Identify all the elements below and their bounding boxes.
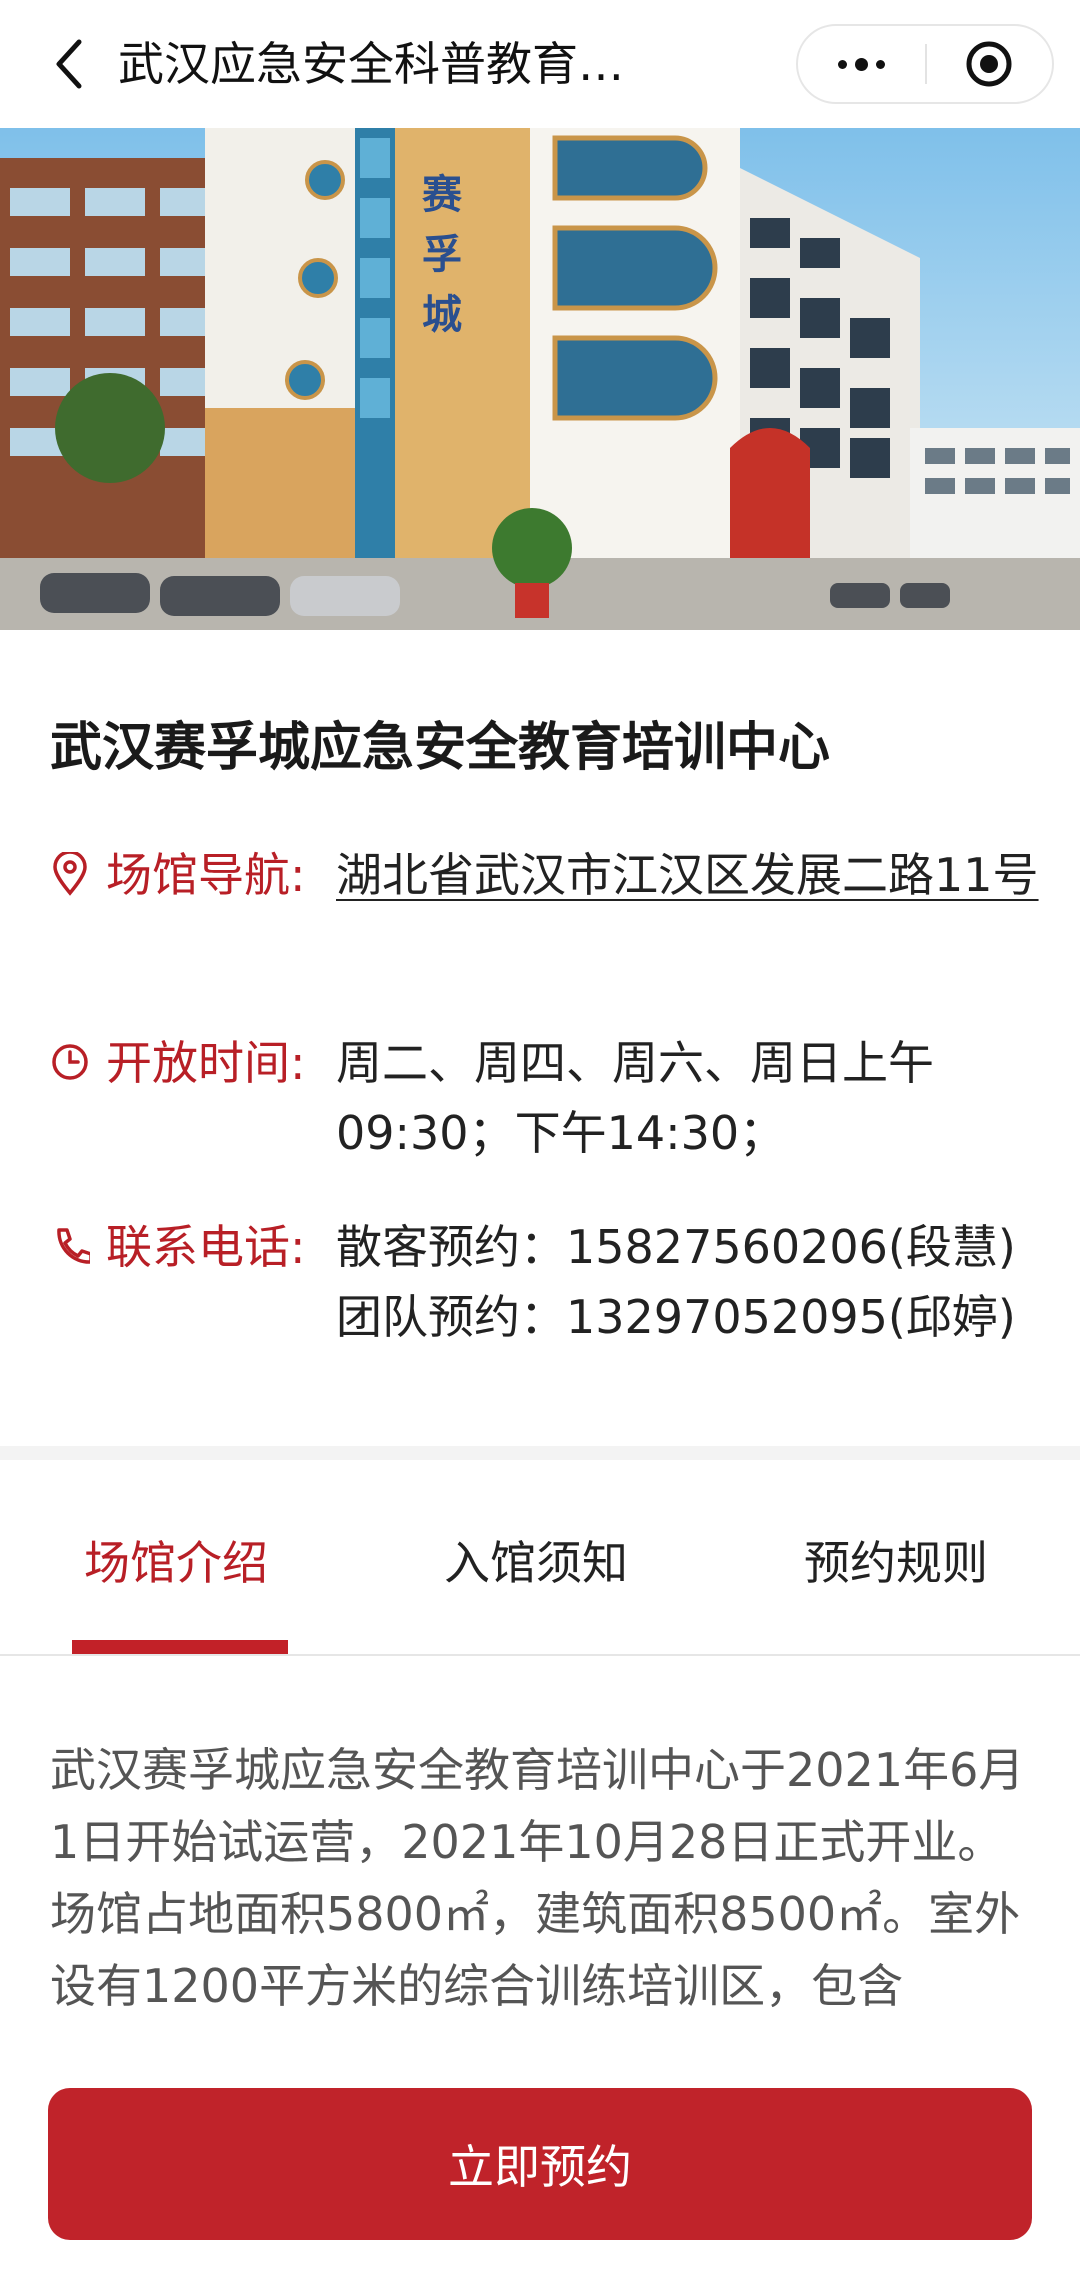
- book-now-button[interactable]: 立即预约: [48, 2088, 1032, 2240]
- clock-icon: [52, 1044, 88, 1080]
- building-sign-char: 赛: [422, 172, 463, 218]
- more-button[interactable]: [798, 26, 925, 102]
- top-nav-bar: 武汉应急安全科普教育…: [0, 0, 1080, 128]
- hours-row: 开放时间: 周二、周四、周六、周日上午09:30；下午14:30；: [50, 1028, 1040, 1178]
- tab-entry-notice[interactable]: 入馆须知: [444, 1528, 628, 1598]
- venue-intro-text: 武汉赛孚城应急安全教育培训中心于2021年6月1日开始试运营，2021年10月2…: [50, 1743, 1025, 2013]
- group-booking-phone[interactable]: 团队预约：13297052095(邱婷): [336, 1282, 1056, 1352]
- address-link[interactable]: 湖北省武汉市江汉区发展二路11号: [336, 840, 1056, 910]
- phone-icon: [57, 1228, 90, 1264]
- hours-value: 周二、周四、周六、周日上午09:30；下午14:30；: [336, 1036, 934, 1160]
- page-title: 武汉应急安全科普教育…: [118, 37, 624, 91]
- phone-values: 散客预约：15827560206(段慧) 团队预约：13297052095(邱婷…: [336, 1212, 1056, 1352]
- venue-name: 武汉赛孚城应急安全教育培训中心: [50, 718, 831, 778]
- close-target-icon: [966, 41, 1012, 87]
- more-dots-icon: [838, 57, 885, 71]
- tab-booking-rules[interactable]: 预约规则: [804, 1528, 988, 1598]
- address-row: 场馆导航: 湖北省武汉市江汉区发展二路11号: [50, 840, 1040, 990]
- active-tab-indicator: [72, 1640, 288, 1654]
- back-arrow-icon: [56, 39, 82, 89]
- close-button[interactable]: [927, 26, 1052, 102]
- tab-bar-border: [0, 1654, 1080, 1656]
- phone-label: 联系电话:: [106, 1220, 306, 1274]
- building-sign-char: 孚: [422, 232, 462, 278]
- section-divider: [0, 1446, 1080, 1460]
- individual-booking-phone[interactable]: 散客预约：15827560206(段慧): [336, 1212, 1056, 1282]
- tab-bar: 场馆介绍 入馆须知 预约规则: [0, 1460, 1080, 1654]
- back-button[interactable]: [36, 28, 100, 100]
- address-label: 场馆导航:: [106, 848, 306, 902]
- tab-venue-intro[interactable]: 场馆介绍: [84, 1528, 268, 1598]
- phone-row: 联系电话: 散客预约：15827560206(段慧) 团队预约：13297052…: [50, 1212, 1040, 1362]
- mini-program-capsule: [796, 24, 1054, 104]
- building-sign-char: 城: [422, 292, 462, 338]
- venue-photo: 赛 孚 城: [0, 128, 1080, 630]
- hours-label: 开放时间:: [106, 1036, 306, 1090]
- location-pin-icon: [53, 852, 87, 896]
